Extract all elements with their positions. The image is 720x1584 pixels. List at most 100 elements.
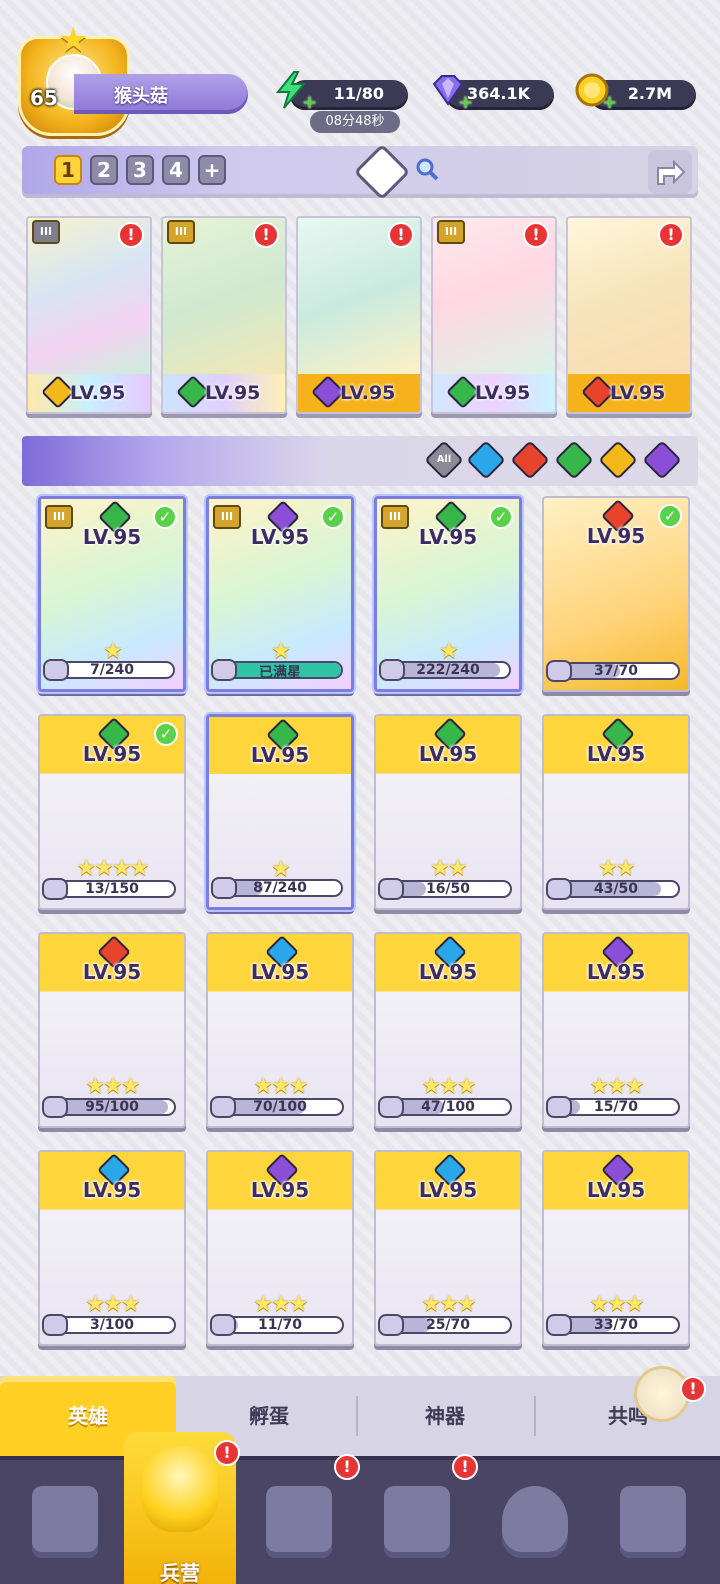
team-slot-1[interactable]: III ! LV.95: [26, 216, 152, 414]
hero-card[interactable]: LV.95 ★★★ 70/100: [206, 932, 354, 1128]
team-slot-4[interactable]: III ! LV.95: [431, 216, 557, 414]
castle-icon: [384, 1486, 450, 1558]
tier-badge: III: [437, 220, 465, 244]
shard-progress-label: 15/70: [593, 1099, 639, 1115]
puzzle-piece-icon: [42, 1314, 68, 1336]
share-button[interactable]: [648, 150, 692, 194]
filter-nature-icon[interactable]: [554, 440, 594, 480]
filter-all-button[interactable]: All: [424, 440, 464, 480]
puzzle-piece-icon: [378, 1096, 404, 1118]
shard-progress-label: 95/100: [85, 1099, 139, 1115]
player-name-bar[interactable]: 猴头菇: [74, 74, 248, 114]
hero-card[interactable]: LV.95 ★★★ 25/70: [374, 1150, 522, 1346]
team-slot-5[interactable]: ! LV.95: [566, 216, 692, 414]
team-slot-3[interactable]: ! LV.95: [296, 216, 422, 414]
hero-card[interactable]: LV.95 ★★★ 3/100: [38, 1150, 186, 1346]
hero-level: LV.95: [418, 742, 478, 766]
nav-guild[interactable]: [480, 1472, 590, 1582]
player-name: 猴头菇: [114, 86, 168, 107]
team-slot-2[interactable]: III ! LV.95: [161, 216, 287, 414]
shard-progress-label: 47/100: [421, 1099, 475, 1115]
tab-artifacts[interactable]: 神器: [358, 1376, 532, 1456]
hero-level: LV.95: [418, 960, 478, 984]
nav-map[interactable]: [244, 1472, 354, 1582]
hero-card[interactable]: LV.95 ★★★ 15/70: [542, 932, 690, 1128]
filter-fire-icon[interactable]: [510, 440, 550, 480]
hero-card[interactable]: ✓ LV.95 37/70: [542, 496, 690, 692]
hero-level: LV.95: [586, 524, 646, 548]
puzzle-piece-icon: [546, 878, 572, 900]
hero-card[interactable]: ✓ LV.95 ★★★★ 13/150: [38, 714, 186, 910]
search-icon[interactable]: [414, 156, 440, 182]
alert-icon: !: [658, 222, 684, 248]
add-team-button[interactable]: +: [198, 155, 226, 185]
cards-icon: [32, 1486, 98, 1558]
hero-level: LV.95: [250, 743, 310, 767]
hero-level: LV.95: [418, 525, 478, 549]
filter-all-label: All: [436, 454, 452, 465]
coins-value: 2.7M: [627, 84, 672, 103]
nav-castle[interactable]: [362, 1472, 472, 1582]
puzzle-piece-icon: [42, 878, 68, 900]
hero-card[interactable]: LV.95 ★★★ 11/70: [206, 1150, 354, 1346]
filter-dark-icon[interactable]: [642, 440, 682, 480]
nav-banner[interactable]: [598, 1472, 708, 1582]
hero-level: LV.95: [418, 1178, 478, 1202]
hero-card[interactable]: LV.95 ★★★ 33/70: [542, 1150, 690, 1346]
energy-value: 11/80: [333, 84, 384, 103]
hero-card[interactable]: III ✓ LV.95 ★ 已满星: [206, 496, 354, 692]
hero-level: LV.95: [250, 1178, 310, 1202]
hero-card[interactable]: LV.95 ★ 87/240: [206, 714, 354, 910]
hero-level: LV.95: [586, 742, 646, 766]
mushroom-icon: [502, 1486, 568, 1558]
hero-card[interactable]: III ✓ LV.95 ★ 222/240: [374, 496, 522, 692]
tier-badge: III: [32, 220, 60, 244]
shard-progress-label: 33/70: [593, 1317, 639, 1333]
puzzle-piece-icon: [43, 659, 69, 681]
shard-progress-label: 13/150: [85, 881, 139, 897]
shard-progress-label: 37/70: [593, 663, 639, 679]
filter-water-icon[interactable]: [466, 440, 506, 480]
energy-counter[interactable]: + 11/80: [275, 71, 408, 113]
shard-progress-label: 11/70: [257, 1317, 303, 1333]
filter-light-icon[interactable]: [598, 440, 638, 480]
hero-level: LV.95: [586, 1178, 646, 1202]
hero-card[interactable]: LV.95 ★★ 16/50: [374, 714, 522, 910]
coins-counter[interactable]: + 2.7M: [575, 73, 696, 113]
team-tab-4[interactable]: 4: [162, 155, 190, 185]
gems-counter[interactable]: + 364.1K: [432, 75, 554, 113]
team-card-icon[interactable]: [353, 143, 411, 201]
puzzle-piece-icon: [378, 1314, 404, 1336]
team-slot-level: LV.95: [475, 382, 531, 404]
puzzle-piece-icon: [379, 659, 405, 681]
team-slot-level: LV.95: [340, 382, 396, 404]
star-icon: ★: [58, 20, 89, 60]
team-slot-level: LV.95: [205, 382, 261, 404]
app-root: ★ 猴头菇 65 + 11/80 08分48秒 + 364.1K + 2.7M …: [0, 0, 720, 1584]
barracks-alert-icon: !: [214, 1440, 240, 1466]
banner-icon: [620, 1486, 686, 1558]
puzzle-piece-icon: [546, 660, 572, 682]
team-bar: 1 2 3 4 +: [22, 143, 698, 201]
team-tab-1[interactable]: 1: [54, 155, 82, 185]
hero-card[interactable]: LV.95 ★★★ 95/100: [38, 932, 186, 1128]
puzzle-piece-icon: [546, 1314, 572, 1336]
energy-timer: 08分48秒: [310, 111, 400, 133]
shard-progress-label: 16/50: [425, 881, 471, 897]
nav-barracks-label: 兵营: [160, 1561, 200, 1584]
nav-cards[interactable]: [10, 1472, 120, 1582]
hero-level: LV.95: [250, 960, 310, 984]
bottom-nav: 兵营: [0, 1432, 720, 1584]
hero-level: LV.95: [82, 960, 142, 984]
add-energy-icon[interactable]: +: [302, 92, 317, 113]
hero-card[interactable]: LV.95 ★★ 43/50: [542, 714, 690, 910]
add-coins-icon[interactable]: +: [602, 92, 617, 113]
team-tab-3[interactable]: 3: [126, 155, 154, 185]
hero-card[interactable]: LV.95 ★★★ 47/100: [374, 932, 522, 1128]
shard-progress-label: 7/240: [89, 662, 135, 678]
hero-card[interactable]: III ✓ LV.95 ★ 7/240: [38, 496, 186, 692]
resonance-alert-icon: !: [680, 1376, 706, 1402]
gems-value: 364.1K: [466, 84, 530, 103]
element-filter-bar: All: [22, 436, 698, 486]
team-tab-2[interactable]: 2: [90, 155, 118, 185]
